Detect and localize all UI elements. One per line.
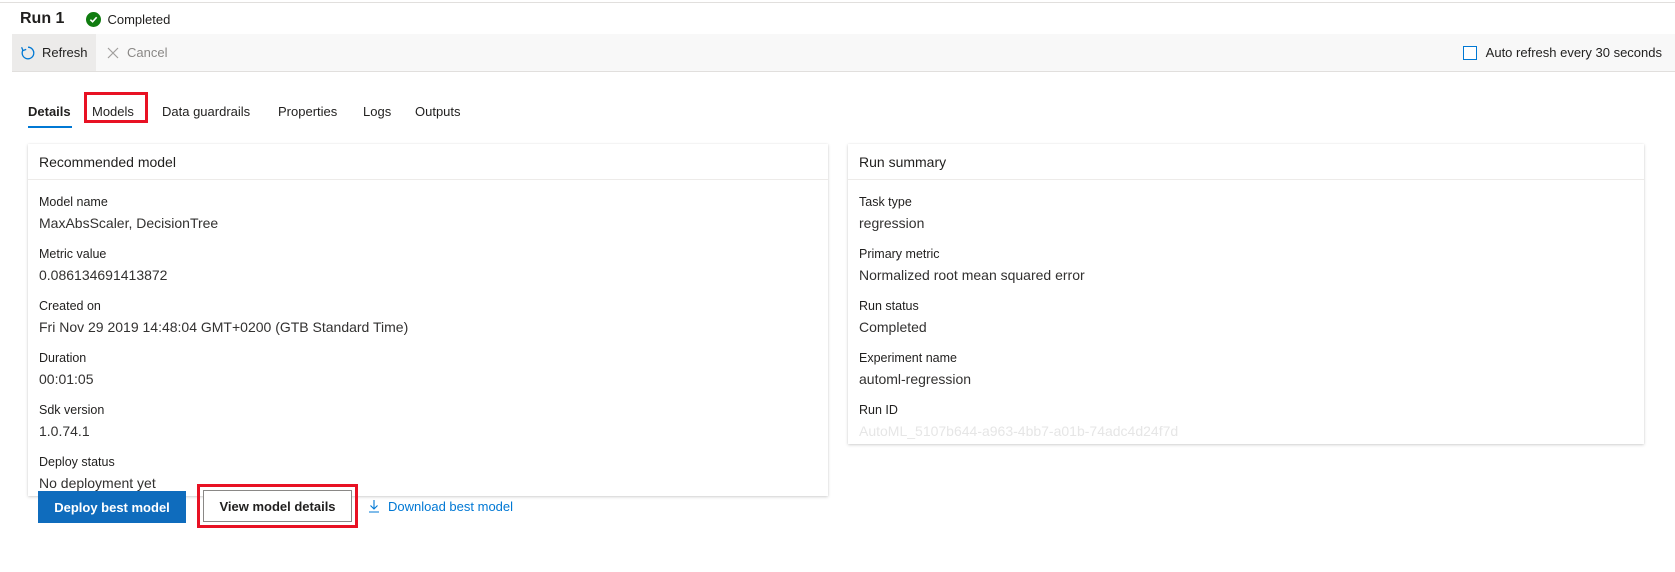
field-created-on: Created on Fri Nov 29 2019 14:48:04 GMT+… [39, 299, 408, 336]
field-metric-value: Metric value 0.086134691413872 [39, 247, 167, 284]
field-value: No deployment yet [39, 475, 156, 491]
field-model-name: Model name MaxAbsScaler, DecisionTree [39, 195, 218, 232]
download-label: Download best model [388, 498, 514, 514]
field-value: regression [859, 215, 925, 231]
auto-refresh-toggle[interactable]: Auto refresh every 30 seconds [1462, 34, 1662, 71]
refresh-button[interactable]: Refresh [12, 34, 96, 71]
check-circle-icon [86, 11, 102, 27]
field-value: Fri Nov 29 2019 14:48:04 GMT+0200 (GTB S… [39, 319, 409, 335]
field-value: Normalized root mean squared error [859, 267, 1085, 283]
field-experiment-name: Experiment name automl-regression [859, 351, 971, 388]
tab-properties[interactable]: Properties [278, 96, 337, 126]
field-label: Duration [39, 351, 87, 365]
cancel-label: Cancel [127, 45, 168, 60]
recommended-model-card: Recommended model Model name MaxAbsScale… [28, 144, 828, 496]
cancel-button[interactable]: Cancel [107, 34, 167, 71]
deploy-best-model-button[interactable]: Deploy best model [38, 491, 186, 523]
download-best-model-link[interactable]: Download best model [368, 496, 513, 516]
view-model-details-button[interactable]: View model details [203, 490, 352, 522]
refresh-label: Refresh [42, 45, 88, 60]
page-header: Run 1 Completed [20, 8, 170, 30]
field-primary-metric: Primary metric Normalized root mean squa… [859, 247, 1085, 284]
tab-details[interactable]: Details [28, 96, 71, 126]
field-run-id: Run ID AutoML_5107b644-a963-4bb7-a01b-74… [859, 403, 1178, 440]
auto-refresh-checkbox[interactable] [1462, 45, 1477, 60]
close-icon [107, 47, 119, 59]
auto-refresh-label: Auto refresh every 30 seconds [1485, 45, 1662, 60]
run-id-value: AutoML_5107b644-a963-4bb7-a01b-74adc4d24… [859, 423, 1179, 439]
page-title: Run 1 [20, 10, 65, 27]
field-run-status: Run status Completed [859, 299, 927, 336]
field-duration: Duration 00:01:05 [39, 351, 94, 388]
field-value: automl-regression [859, 371, 972, 387]
field-task-type: Task type regression [859, 195, 924, 232]
download-icon [368, 499, 380, 513]
card-divider [848, 179, 1644, 180]
field-label: Run status [859, 299, 919, 313]
field-label: Task type [859, 195, 912, 209]
field-label: Experiment name [859, 351, 957, 365]
run-summary-card: Run summary Task type regression Primary… [848, 144, 1644, 444]
field-value: Completed [859, 319, 927, 335]
field-value: 0.086134691413872 [39, 267, 168, 283]
field-label: Metric value [39, 247, 107, 261]
field-label: Deploy status [39, 455, 115, 469]
recommended-model-title: Recommended model [39, 154, 176, 170]
run-summary-title: Run summary [859, 154, 947, 170]
field-label: Created on [39, 299, 101, 313]
tab-data-guardrails[interactable]: Data guardrails [162, 96, 250, 126]
status-text: Completed [107, 11, 171, 27]
tab-logs[interactable]: Logs [363, 96, 391, 126]
field-sdk-version: Sdk version 1.0.74.1 [39, 403, 104, 440]
field-value: MaxAbsScaler, DecisionTree [39, 215, 219, 231]
field-label: Primary metric [859, 247, 940, 261]
command-bar: Refresh Cancel Auto refresh every 30 sec… [12, 34, 1675, 72]
card-divider [28, 179, 828, 180]
field-label: Sdk version [39, 403, 105, 417]
active-tab-indicator [28, 126, 72, 128]
field-value: 1.0.74.1 [39, 423, 90, 439]
field-label: Run ID [859, 403, 898, 417]
field-value: 00:01:05 [39, 371, 94, 387]
tab-outputs[interactable]: Outputs [415, 96, 461, 126]
status-badge: Completed [86, 11, 171, 27]
field-label: Model name [39, 195, 108, 209]
highlight-box-models-tab [84, 92, 148, 123]
top-divider [0, 2, 1675, 3]
refresh-icon [20, 45, 36, 61]
field-deploy-status: Deploy status No deployment yet [39, 455, 156, 492]
